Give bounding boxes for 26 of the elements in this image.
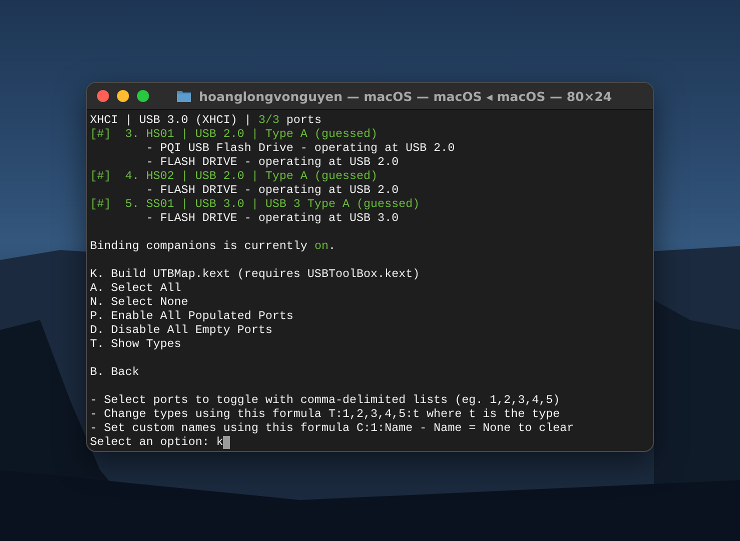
minimize-button[interactable] — [117, 90, 129, 102]
terminal-line: - FLASH DRIVE - operating at USB 3.0 — [145, 211, 399, 225]
terminal-line: - Select ports to toggle with comma-delimited lists (eg. 1,2,3,4,5) — [90, 393, 560, 407]
terminal-line: T. Show Types — [90, 337, 182, 351]
terminal-line: A. Select All — [90, 281, 182, 295]
terminal-line: N. Select None — [90, 295, 188, 309]
terminal-line: K. Build UTBMap.kext (requires USBToolBox.kext) — [90, 267, 420, 281]
window-title: hoanglongvonguyen — macOS — macOS ◂ macOS — 80×24 — [199, 88, 612, 104]
terminal-line: Binding companions is currently on. — [90, 239, 336, 253]
terminal-line: - PQI USB Flash Drive - operating at USB 2.0 — [145, 141, 455, 155]
command-prompt: Select an option: k — [90, 435, 224, 449]
zoom-button[interactable] — [137, 90, 149, 102]
terminal-line: XHCI | USB 3.0 (XHCI) | 3/3 ports — [90, 113, 322, 127]
terminal-line: B. Back — [90, 365, 140, 379]
terminal-line: - Set custom names using this formula C:1:Name - Name = None to clear — [90, 421, 574, 435]
terminal-line: [#] 3. HS01 | USB 2.0 | Type A (guessed) — [90, 127, 378, 141]
terminal-line: - FLASH DRIVE - operating at USB 2.0 — [145, 155, 399, 169]
terminal-line: P. Enable All Populated Ports — [90, 309, 294, 323]
text-cursor — [223, 436, 230, 448]
terminal-line: - FLASH DRIVE - operating at USB 2.0 — [145, 183, 399, 197]
terminal-line: [#] 4. HS02 | USB 2.0 | Type A (guessed) — [90, 169, 378, 183]
close-button[interactable] — [97, 90, 109, 102]
folder-icon — [177, 90, 191, 102]
terminal-line: D. Disable All Empty Ports — [90, 323, 272, 337]
terminal-line: [#] 5. SS01 | USB 3.0 | USB 3 Type A (guessed) — [90, 197, 420, 211]
terminal-line: - Change types using this formula T:1,2,3,4,5:t where t is the type — [90, 407, 560, 421]
